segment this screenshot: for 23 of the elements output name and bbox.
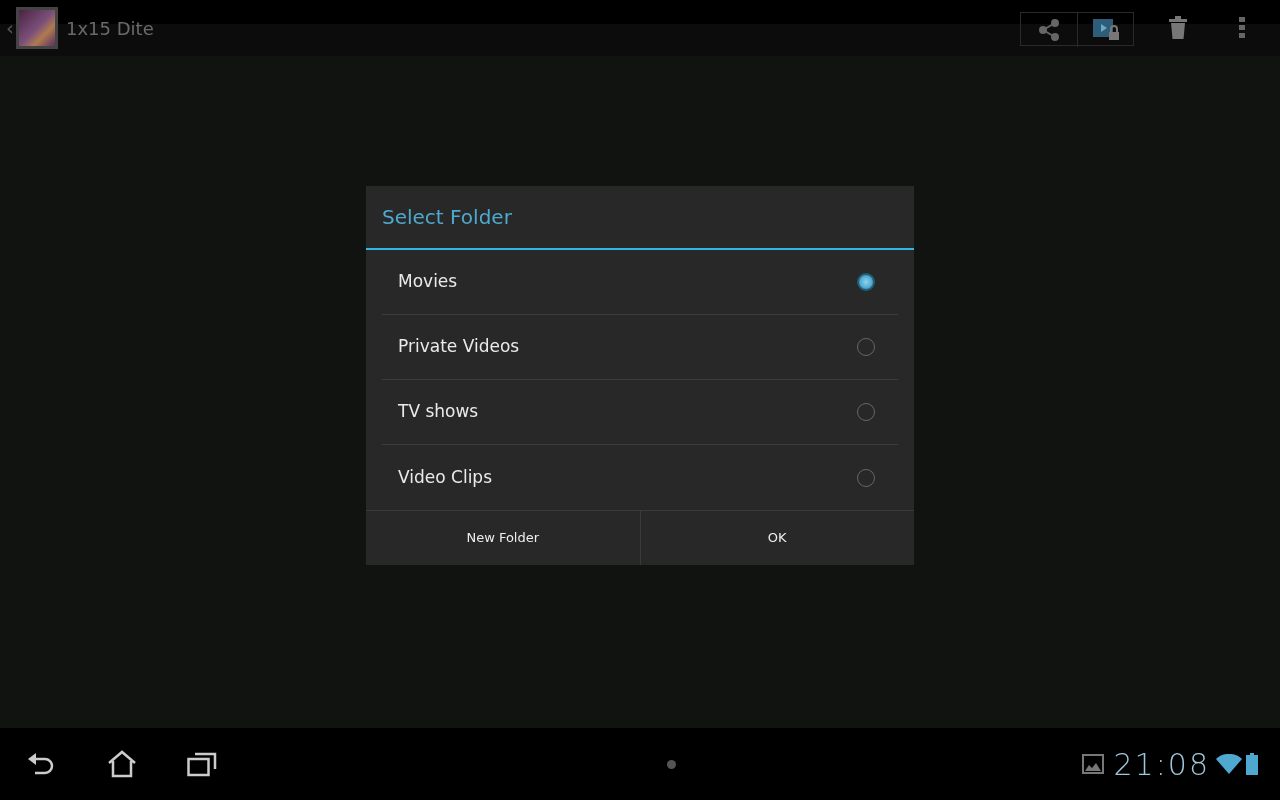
option-label: Private Videos	[398, 335, 520, 359]
gallery-notification-icon[interactable]	[1081, 754, 1104, 774]
option-label: TV shows	[398, 400, 479, 424]
folder-option[interactable]: Movies	[382, 250, 898, 315]
page-dot	[667, 759, 677, 769]
radio-button[interactable]	[857, 273, 875, 291]
recent-apps-icon	[187, 751, 217, 777]
home-icon	[107, 750, 137, 778]
locked-video-icon	[1090, 17, 1121, 43]
wifi-icon	[1216, 754, 1242, 774]
folder-option[interactable]: Private Videos	[382, 315, 898, 380]
option-label: Video Clips	[398, 465, 492, 489]
battery-icon	[1246, 753, 1258, 775]
folder-option[interactable]: TV shows	[382, 380, 898, 445]
trash-icon	[1168, 16, 1188, 40]
menu-icon	[1238, 17, 1246, 39]
option-label: Movies	[398, 270, 458, 294]
dialog-title: Select Folder	[366, 186, 914, 250]
folder-option[interactable]: Video Clips	[382, 445, 898, 510]
clock: 21:08	[1113, 745, 1210, 784]
title: 1x15 Dite	[66, 16, 154, 41]
thumbnail-image[interactable]	[16, 7, 58, 49]
share-icon	[1037, 18, 1061, 42]
